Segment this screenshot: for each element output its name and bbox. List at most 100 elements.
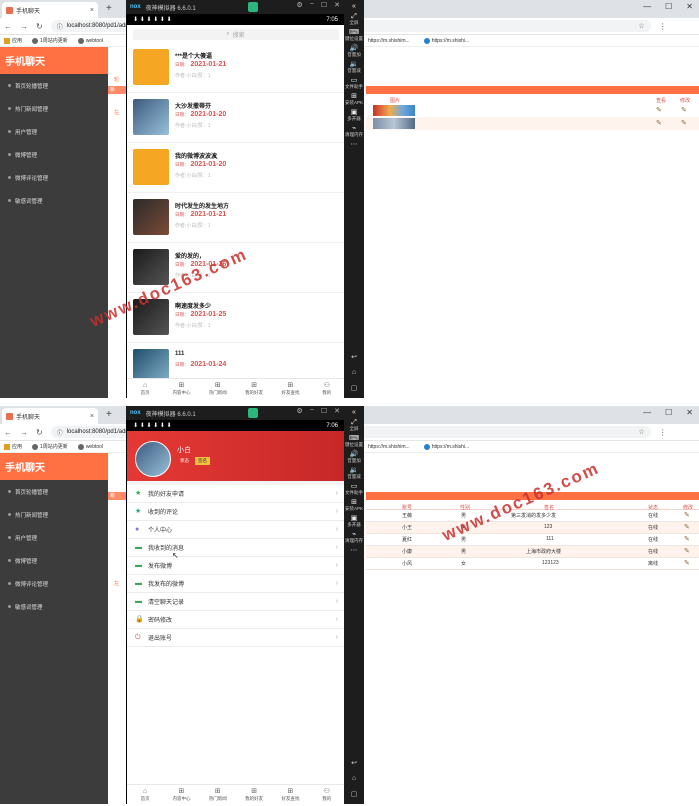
panel-tab[interactable]: 新 [108, 492, 126, 500]
pencil-icon[interactable]: ✎ [684, 535, 690, 543]
menu-my-weibo[interactable]: ▬ 我发布的微博 › [127, 575, 344, 593]
sidebar-item-weibo[interactable]: 微博管理 [0, 143, 108, 166]
minimize-icon[interactable]: − [310, 1, 314, 9]
emu-volume-down-button[interactable]: 🔉 音量减 [344, 61, 364, 74]
pencil-icon[interactable]: ✎ [656, 119, 662, 127]
android-recent-icon[interactable]: ▢ [344, 790, 364, 798]
emu-keymap-button[interactable]: ⌨ 键位设置 [344, 435, 364, 448]
android-home-icon[interactable]: ⌂ [344, 775, 364, 782]
pencil-icon[interactable]: ✎ [681, 106, 687, 114]
sidebar-item-sensitive[interactable]: 敏感词管理 [0, 189, 108, 212]
emu-install-apk-button[interactable]: ⊞ 安装APK [344, 93, 364, 106]
menu-change-password[interactable]: 🔒 密码修改 › [127, 611, 344, 629]
emu-volume-up-button[interactable]: 🔊 音量加 [344, 45, 364, 58]
minimize-icon[interactable]: — [643, 2, 651, 11]
pencil-icon[interactable]: ✎ [684, 511, 690, 519]
bookmark-update[interactable]: 1周站内更新 [32, 37, 68, 44]
browser-menu-icon[interactable]: ⋮ [659, 428, 667, 437]
panel-tab[interactable]: 新 [108, 86, 126, 94]
back-icon[interactable]: ← [4, 428, 12, 437]
bookmark-webtool[interactable]: webtool [77, 443, 103, 450]
more-icon[interactable]: ⋯ [344, 547, 364, 554]
search-input[interactable]: ⌕ 搜索 [132, 28, 339, 40]
list-item[interactable]: 大沙发撒蒂芬 日期： 2021-01-20 作者:小白|赞：1 [127, 93, 344, 143]
nav-content[interactable]: ⊞ 内容中心 [163, 379, 199, 398]
list-item[interactable]: 时代发生的发生地方 日期： 2021-01-21 作者:小白|赞：1 [127, 193, 344, 243]
sidebar-item-comments[interactable]: 微博评论管理 [0, 166, 108, 189]
sidebar-item-carousel[interactable]: 首页轮播管理 [0, 74, 108, 97]
nav-mine[interactable]: ⚇ 我的 [309, 379, 344, 398]
sidebar-item-sensitive[interactable]: 敏感词管理 [0, 595, 108, 618]
emu-file-helper-button[interactable]: ▭ 文件助手 [344, 483, 364, 496]
close-icon[interactable]: × [90, 7, 94, 14]
star-icon[interactable]: ☆ [638, 428, 644, 436]
avatar[interactable] [135, 441, 171, 477]
nav-find-friends[interactable]: ⊞ 好友查找 [272, 785, 308, 804]
bookmark-apps[interactable]: 应用 [4, 443, 22, 450]
bookmark-shishi-2[interactable]: https://m.shishi... [423, 37, 469, 44]
new-tab-button[interactable]: + [106, 409, 112, 420]
pencil-icon[interactable]: ✎ [656, 106, 662, 114]
back-icon[interactable]: ← [4, 22, 12, 31]
collapse-icon[interactable]: « [344, 3, 364, 10]
nav-hot-news[interactable]: ⊞ 热门新闻 [200, 379, 236, 398]
collapse-icon[interactable]: « [344, 409, 364, 416]
pencil-icon[interactable]: ✎ [681, 119, 687, 127]
sidebar-item-news[interactable]: 热门新闻管理 [0, 503, 108, 526]
maximize-icon[interactable]: ☐ [665, 408, 672, 417]
forward-icon[interactable]: → [20, 22, 28, 31]
nav-friends[interactable]: ⊞ 我的好友 [236, 785, 272, 804]
new-tab-button[interactable]: + [106, 3, 112, 14]
close-icon[interactable]: ✕ [334, 407, 340, 415]
sidebar-item-carousel[interactable]: 首页轮播管理 [0, 480, 108, 503]
nav-home[interactable]: ⌂ 首页 [127, 785, 163, 804]
nav-home[interactable]: ⌂ 首页 [127, 379, 163, 398]
browser-tab[interactable]: 手机聊天 × [2, 2, 98, 18]
list-item[interactable]: ***是个大傻逼 日期： 2021-01-21 作者:小白|赞：1 [127, 43, 344, 93]
close-window-icon[interactable]: ✕ [686, 2, 693, 11]
menu-comments[interactable]: ★ 收到的评论 › [127, 503, 344, 521]
pencil-icon[interactable]: ✎ [684, 559, 690, 567]
nav-friends[interactable]: ⊞ 我的好友 [236, 379, 272, 398]
nav-content[interactable]: ⊞ 内容中心 [163, 785, 199, 804]
more-icon[interactable]: ⋯ [344, 141, 364, 148]
maximize-icon[interactable]: ☐ [321, 407, 327, 415]
emu-volume-up-button[interactable]: 🔊 音量加 [344, 451, 364, 464]
bookmark-shishi-1[interactable]: https://m.shishim... [368, 38, 410, 44]
emu-fullscreen-button[interactable]: ⤢ 全屏 [344, 13, 364, 26]
browser-menu-icon[interactable]: ⋮ [659, 22, 667, 31]
maximize-icon[interactable]: ☐ [321, 1, 327, 9]
emulator-home-icon[interactable] [248, 408, 258, 418]
star-icon[interactable]: ☆ [638, 22, 644, 30]
emu-multi-button[interactable]: ▣ 多开器 [344, 515, 364, 528]
list-item[interactable]: 我的微博波波波 日期： 2021-01-20 作者:小白|赞：1 [127, 143, 344, 193]
bookmark-shishi-2[interactable]: https://m.shishi... [423, 443, 469, 450]
menu-clear-chat[interactable]: ▬ 清空聊天记录 › [127, 593, 344, 611]
emulator-home-icon[interactable] [248, 2, 258, 12]
reload-icon[interactable]: ↻ [36, 22, 43, 31]
sidebar-item-users[interactable]: 用户管理 [0, 120, 108, 143]
close-icon[interactable]: ✕ [334, 1, 340, 9]
sidebar-item-users[interactable]: 用户管理 [0, 526, 108, 549]
reload-icon[interactable]: ↻ [36, 428, 43, 437]
emu-volume-down-button[interactable]: 🔉 音量减 [344, 467, 364, 480]
emu-install-apk-button[interactable]: ⊞ 安装APK [344, 499, 364, 512]
emu-multi-button[interactable]: ▣ 多开器 [344, 109, 364, 122]
sidebar-item-news[interactable]: 热门新闻管理 [0, 97, 108, 120]
emu-file-helper-button[interactable]: ▭ 文件助手 [344, 77, 364, 90]
nav-mine[interactable]: ⚇ 我的 [309, 785, 344, 804]
sidebar-item-weibo[interactable]: 微博管理 [0, 549, 108, 572]
settings-icon[interactable]: ⚙ [296, 1, 302, 9]
pencil-icon[interactable]: ✎ [684, 547, 690, 555]
menu-personal-center[interactable]: ● 个人中心 › [127, 521, 344, 539]
maximize-icon[interactable]: ☐ [665, 2, 672, 11]
menu-logout[interactable]: ⏻ 退出账号 › [127, 629, 344, 647]
emu-clean-button[interactable]: ⌁ 清理内存 [344, 125, 364, 138]
bookmark-update[interactable]: 1周站内更新 [32, 443, 68, 450]
minimize-icon[interactable]: − [310, 407, 314, 415]
nav-find-friends[interactable]: ⊞ 好友查找 [272, 379, 308, 398]
bookmark-shishi-1[interactable]: https://m.shishim... [368, 444, 410, 450]
android-home-icon[interactable]: ⌂ [344, 369, 364, 376]
android-back-icon[interactable]: ↩ [344, 353, 364, 361]
android-back-icon[interactable]: ↩ [344, 759, 364, 767]
